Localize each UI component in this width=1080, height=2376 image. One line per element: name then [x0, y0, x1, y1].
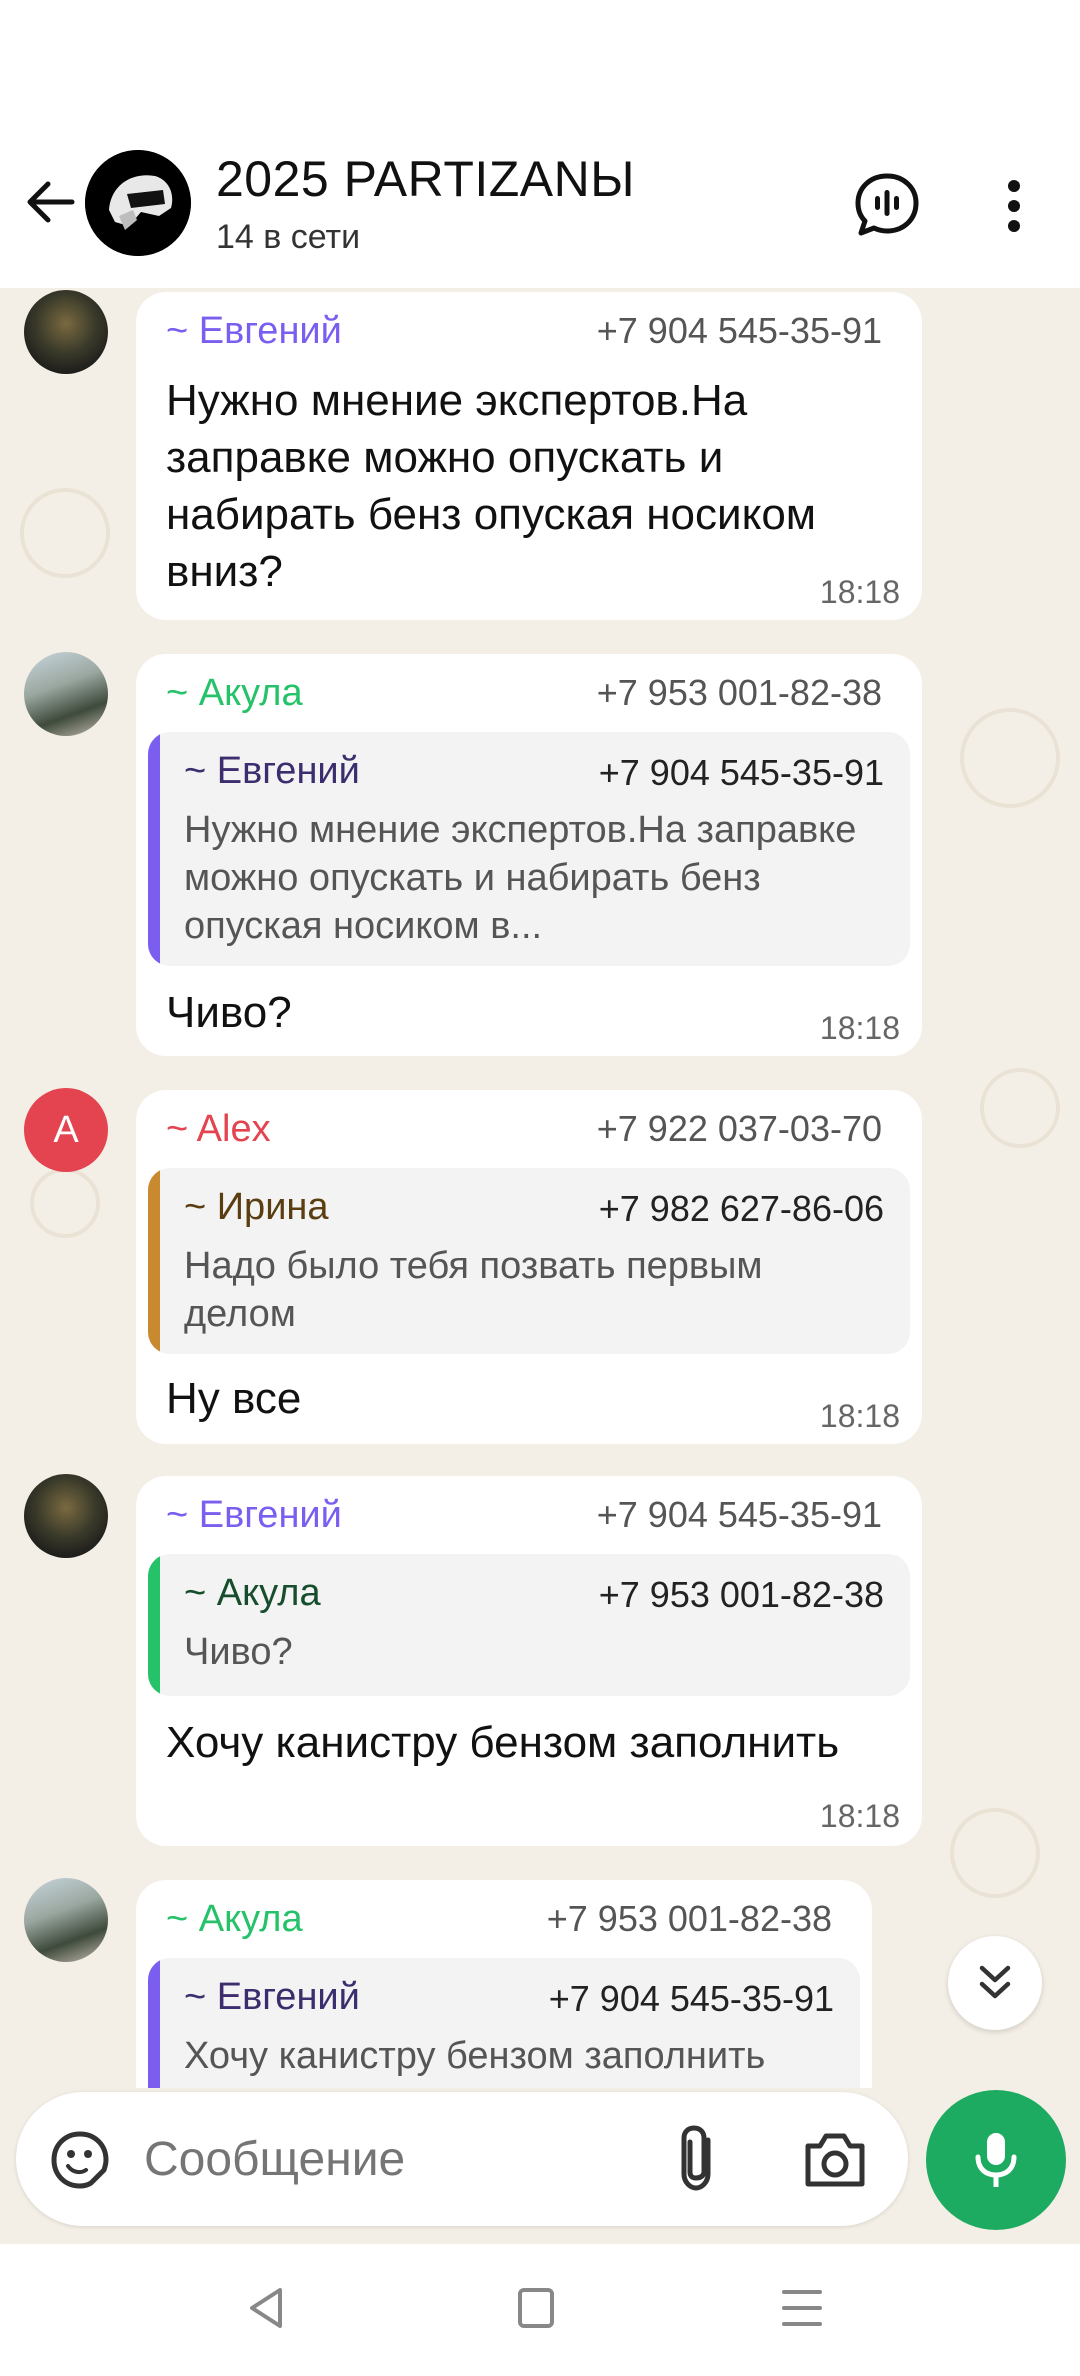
voice-chat-icon — [855, 173, 919, 236]
quoted-phone: +7 904 545-35-91 — [548, 1978, 834, 2019]
quoted-phone: +7 904 545-35-91 — [598, 752, 884, 793]
quoted-text: Чиво? — [184, 1631, 293, 1673]
quoted-sender: ~ Акула — [184, 1572, 321, 1614]
quoted-phone: +7 953 001-82-38 — [598, 1574, 884, 1615]
sender-name[interactable]: ~ Акула — [166, 672, 303, 715]
camera-icon — [805, 2133, 865, 2187]
microphone-icon — [975, 2133, 1017, 2187]
message-composer — [16, 2092, 908, 2226]
quoted-sender: ~ Евгений — [184, 1976, 360, 2018]
sender-phone: +7 904 545-35-91 — [596, 1494, 882, 1535]
quote-bar — [148, 1168, 160, 1354]
message-text: Чиво? — [166, 988, 292, 1037]
message-text: Нужно мнение экспертов.На заправке можно… — [166, 376, 817, 596]
avatar[interactable] — [24, 1878, 108, 1962]
voice-chat-button[interactable] — [852, 170, 922, 240]
avatar[interactable]: A — [24, 1088, 108, 1172]
helmet-logo — [85, 150, 191, 256]
message-text: Хочу канистру бензом заполнить — [166, 1718, 840, 1767]
quoted-message[interactable]: ~ Акула +7 953 001-82-38 Чиво? — [148, 1554, 910, 1696]
message-bubble[interactable]: ~ Акула +7 953 001-82-38 ~ Евгений +7 90… — [136, 1880, 872, 2088]
sticker-button[interactable] — [48, 2128, 112, 2192]
message-input[interactable] — [144, 2132, 624, 2187]
quote-bar — [148, 1958, 160, 2088]
sticker-icon — [51, 2131, 109, 2189]
chat-title[interactable]: 2025 PARTIZANЫ — [216, 150, 635, 208]
quoted-phone: +7 982 627-86-06 — [598, 1188, 884, 1229]
message-time: 18:18 — [819, 1398, 900, 1434]
back-button[interactable] — [18, 170, 82, 234]
system-nav-bar — [0, 2244, 1080, 2376]
paperclip-icon — [681, 2125, 711, 2191]
quoted-text: Хочу канистру бензом заполнить — [184, 2035, 766, 2077]
quoted-sender: ~ Ирина — [184, 1186, 329, 1228]
nav-recents-icon[interactable] — [782, 2288, 822, 2328]
quote-bar — [148, 732, 160, 966]
background-doodle — [950, 1808, 1040, 1898]
background-doodle — [30, 1168, 100, 1238]
message-bubble[interactable]: ~ Alex +7 922 037-03-70 ~ Ирина +7 982 6… — [136, 1090, 922, 1444]
background-doodle — [980, 1068, 1060, 1148]
voice-message-button[interactable] — [926, 2090, 1066, 2230]
quoted-message[interactable]: ~ Ирина +7 982 627-86-06 Надо было тебя … — [148, 1168, 910, 1354]
sender-name[interactable]: ~ Евгений — [166, 1494, 342, 1537]
background-doodle — [960, 708, 1060, 808]
message-bubble[interactable]: ~ Евгений +7 904 545-35-91 ~ Акула +7 95… — [136, 1476, 922, 1846]
attach-button[interactable] — [672, 2122, 728, 2194]
more-options-button[interactable] — [994, 176, 1034, 236]
camera-button[interactable] — [802, 2128, 868, 2190]
sender-name[interactable]: ~ Акула — [166, 1898, 303, 1941]
arrow-left-icon — [27, 181, 75, 223]
chat-header: 2025 PARTIZANЫ 14 в сети — [0, 140, 1080, 288]
sender-name[interactable]: ~ Евгений — [166, 310, 342, 353]
sender-phone: +7 953 001-82-38 — [596, 672, 882, 713]
avatar[interactable] — [24, 652, 108, 736]
more-vertical-icon — [1008, 180, 1020, 192]
quote-bar — [148, 1554, 160, 1696]
group-avatar[interactable] — [85, 150, 191, 256]
quoted-message[interactable]: ~ Евгений +7 904 545-35-91 Хочу канистру… — [148, 1958, 860, 2088]
chat-screen: 2025 PARTIZANЫ 14 в сети ~ Евгений +7 90… — [0, 0, 1080, 2376]
message-time: 18:18 — [819, 574, 900, 610]
sender-phone: +7 922 037-03-70 — [596, 1108, 882, 1149]
quoted-text: Нужно мнение экспертов.На заправке можно… — [184, 809, 857, 947]
quoted-sender: ~ Евгений — [184, 750, 360, 792]
double-chevron-down-icon — [979, 1965, 1011, 1999]
avatar[interactable] — [24, 290, 108, 374]
quoted-text: Надо было тебя позвать первым делом — [184, 1245, 763, 1335]
nav-back-icon[interactable] — [246, 2286, 286, 2330]
status-bar — [0, 0, 1080, 140]
chat-messages[interactable]: ~ Евгений +7 904 545-35-91 Нужно мнение … — [0, 288, 1080, 2088]
online-count: 14 в сети — [216, 218, 361, 256]
message-bubble[interactable]: ~ Евгений +7 904 545-35-91 Нужно мнение … — [136, 292, 922, 620]
message-time: 18:18 — [819, 1798, 900, 1834]
message-time: 18:18 — [819, 1010, 900, 1046]
sender-phone: +7 904 545-35-91 — [596, 310, 882, 351]
background-doodle — [20, 488, 110, 578]
scroll-to-bottom-button[interactable] — [948, 1936, 1042, 2030]
avatar[interactable] — [24, 1474, 108, 1558]
nav-home-icon[interactable] — [518, 2288, 554, 2328]
message-bubble[interactable]: ~ Акула +7 953 001-82-38 ~ Евгений +7 90… — [136, 654, 922, 1056]
sender-phone: +7 953 001-82-38 — [546, 1898, 832, 1939]
message-text: Ну все — [166, 1374, 302, 1423]
quoted-message[interactable]: ~ Евгений +7 904 545-35-91 Нужно мнение … — [148, 732, 910, 966]
sender-name[interactable]: ~ Alex — [166, 1108, 271, 1151]
